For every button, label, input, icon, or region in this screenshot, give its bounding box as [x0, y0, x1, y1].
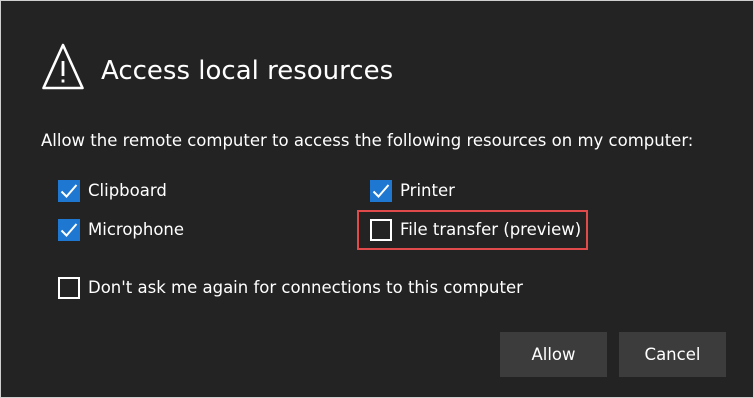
cancel-button[interactable]: Cancel [619, 332, 726, 377]
microphone-option[interactable]: Microphone [58, 217, 184, 243]
microphone-label: Microphone [88, 220, 185, 239]
dont-ask-option[interactable]: Don't ask me again for connections to th… [58, 275, 523, 301]
allow-button[interactable]: Allow [500, 332, 607, 377]
dont-ask-label: Don't ask me again for connections to th… [88, 278, 523, 297]
dialog-description: Allow the remote computer to access the … [41, 131, 694, 150]
printer-option[interactable]: Printer [370, 178, 455, 204]
checkmark-icon [60, 223, 78, 237]
clipboard-option[interactable]: Clipboard [58, 178, 167, 204]
dialog-title: Access local resources [101, 56, 394, 86]
clipboard-label: Clipboard [88, 181, 167, 200]
clipboard-checkbox[interactable] [58, 180, 80, 202]
file-transfer-label: File transfer (preview) [400, 220, 582, 239]
checkmark-icon [372, 184, 390, 198]
printer-label: Printer [400, 181, 455, 200]
file-transfer-checkbox[interactable] [370, 219, 392, 241]
printer-checkbox[interactable] [370, 180, 392, 202]
warning-icon [42, 43, 84, 90]
file-transfer-option[interactable]: File transfer (preview) [370, 217, 581, 243]
checkmark-icon [60, 184, 78, 198]
microphone-checkbox[interactable] [58, 219, 80, 241]
access-local-resources-dialog: Access local resources Allow the remote … [0, 0, 754, 398]
dont-ask-checkbox[interactable] [58, 277, 80, 299]
